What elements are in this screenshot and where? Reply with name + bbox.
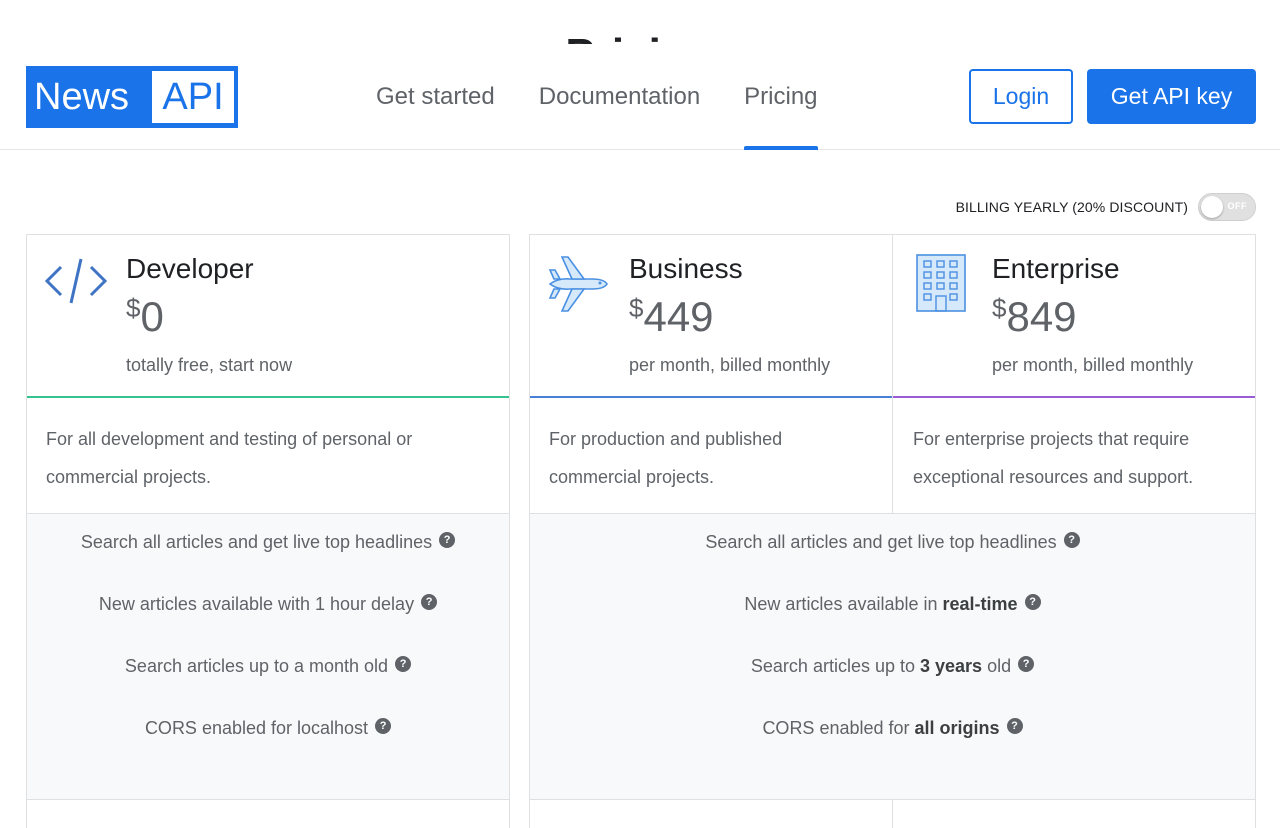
top-header: News API Get started Documentation Prici… xyxy=(0,44,1280,150)
feature-list: Search all articles and get live top hea… xyxy=(530,514,1255,800)
feature-list: Search all articles and get live top hea… xyxy=(27,514,509,800)
help-icon[interactable]: ? xyxy=(375,717,392,734)
plan-subtitle: totally free, start now xyxy=(126,355,293,375)
feature-item: Search articles up to 3 years old? xyxy=(530,655,1255,677)
plan-name: Enterprise xyxy=(992,253,1120,284)
page-title: Pricing xyxy=(0,24,1280,44)
code-icon xyxy=(44,255,108,312)
help-icon[interactable]: ? xyxy=(1006,717,1023,734)
feature-item: Search all articles and get live top hea… xyxy=(27,531,509,553)
help-icon[interactable]: ? xyxy=(1063,531,1080,548)
main-nav: Get started Documentation Pricing xyxy=(354,44,840,150)
plan-name: Developer xyxy=(126,253,254,284)
plan-price: $449 xyxy=(629,293,714,340)
help-icon[interactable]: ? xyxy=(421,593,438,610)
help-icon[interactable]: ? xyxy=(1018,655,1035,672)
plan-description-business: For production and published commercial … xyxy=(549,429,783,487)
logo-text-news: News xyxy=(34,75,130,118)
feature-item: CORS enabled for localhost? xyxy=(27,717,509,739)
billing-yearly-toggle[interactable]: OFF xyxy=(1198,193,1256,221)
plan-enterprise: Enterprise $849 per month, billed monthl… xyxy=(893,235,1255,398)
login-button[interactable]: Login xyxy=(969,69,1073,124)
plan-description-row: For all development and testing of perso… xyxy=(27,398,509,514)
help-icon[interactable]: ? xyxy=(439,531,456,548)
newsapi-logo[interactable]: News API xyxy=(26,66,238,128)
plan-header: Business $449 per month, billed monthly xyxy=(530,235,1255,398)
feature-item: New articles available with 1 hour delay… xyxy=(27,593,509,615)
nav-documentation[interactable]: Documentation xyxy=(517,44,722,150)
plan-name: Business xyxy=(629,253,743,284)
nav-pricing[interactable]: Pricing xyxy=(722,44,839,150)
help-icon[interactable]: ? xyxy=(1024,593,1041,610)
building-icon xyxy=(915,253,967,318)
column-divider xyxy=(892,235,893,398)
help-icon[interactable]: ? xyxy=(395,655,412,672)
feature-item: New articles available in real-time? xyxy=(530,593,1255,615)
column-divider xyxy=(892,398,893,514)
plan-price: $0 xyxy=(126,293,164,340)
plan-subtitle: per month, billed monthly xyxy=(629,355,831,375)
plan-card-developer: Developer $0 totally free, start now For… xyxy=(26,234,510,828)
plan-header: Developer $0 totally free, start now xyxy=(27,235,509,398)
plan-subtitle: per month, billed monthly xyxy=(992,355,1194,375)
toggle-knob xyxy=(1201,196,1223,218)
plan-card-business-enterprise: Business $449 per month, billed monthly xyxy=(529,234,1256,828)
column-divider xyxy=(892,800,893,828)
plan-business: Business $449 per month, billed monthly xyxy=(530,235,893,398)
feature-item: Search articles up to a month old? xyxy=(27,655,509,677)
airplane-icon xyxy=(548,255,610,318)
billing-label: BILLING YEARLY (20% DISCOUNT) xyxy=(955,199,1188,215)
plan-description-enterprise: For enterprise projects that require exc… xyxy=(913,429,1194,487)
feature-item: Search all articles and get live top hea… xyxy=(530,531,1255,553)
billing-toggle-row: BILLING YEARLY (20% DISCOUNT) OFF xyxy=(956,193,1256,221)
nav-get-started[interactable]: Get started xyxy=(354,44,517,150)
get-api-key-button[interactable]: Get API key xyxy=(1087,69,1256,124)
feature-item: CORS enabled for all origins? xyxy=(530,717,1255,739)
toggle-state-label: OFF xyxy=(1227,201,1247,211)
pricing-page: Pricing News API Get started Documentati… xyxy=(0,0,1280,828)
plan-description: For all development and testing of perso… xyxy=(46,429,413,487)
plan-price: $849 xyxy=(992,293,1077,340)
plan-description-row: For production and published commercial … xyxy=(530,398,1255,514)
logo-text-api: API xyxy=(152,71,234,123)
